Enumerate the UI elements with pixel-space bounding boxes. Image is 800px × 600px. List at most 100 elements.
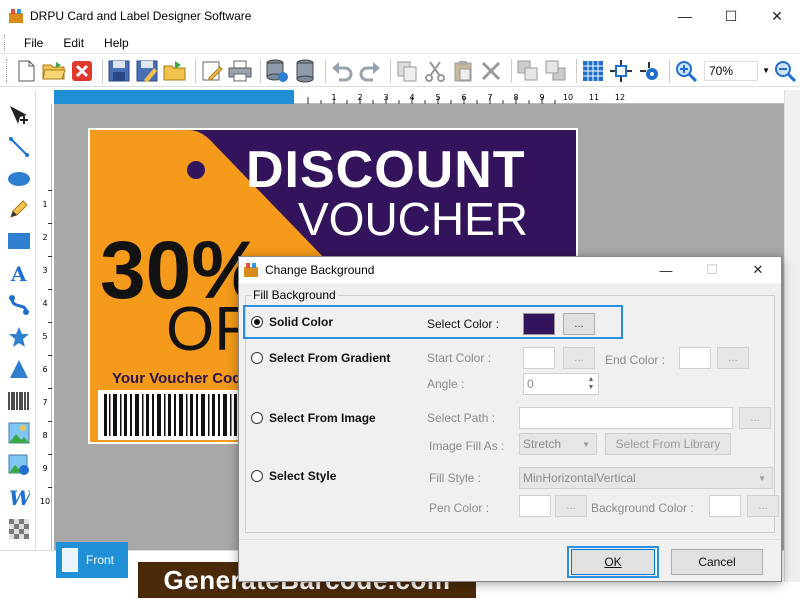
- database-add-icon[interactable]: [265, 58, 290, 84]
- card-code-label: Your Voucher Code: [112, 370, 250, 387]
- cut-icon[interactable]: [423, 58, 448, 84]
- zoom-in-icon[interactable]: [674, 58, 699, 84]
- pen-color-browse-button[interactable]: ...: [555, 495, 587, 517]
- ruler-label: 12: [615, 93, 625, 102]
- word-art-icon[interactable]: W: [6, 484, 32, 510]
- ruler-label: 10: [563, 93, 573, 102]
- vertical-scrollbar[interactable]: [784, 90, 800, 582]
- save-icon[interactable]: [107, 58, 132, 84]
- settings-icon[interactable]: [637, 58, 662, 84]
- barcode-tool-icon[interactable]: [6, 388, 32, 414]
- grid-icon[interactable]: [581, 58, 606, 84]
- end-color-swatch[interactable]: [679, 347, 711, 369]
- copy-icon[interactable]: [395, 58, 420, 84]
- toolbar-separator: [510, 58, 512, 83]
- fill-background-label: Fill Background: [251, 288, 338, 302]
- picture-tool-icon[interactable]: [6, 420, 32, 446]
- background-color-browse-button[interactable]: ...: [747, 495, 779, 517]
- ruler-label: 7: [487, 93, 492, 102]
- curve-tool-icon[interactable]: [6, 292, 32, 318]
- radio-selected-icon: [251, 316, 263, 328]
- image-radio[interactable]: Select From Image: [251, 411, 376, 425]
- send-back-icon[interactable]: [544, 58, 569, 84]
- solid-color-label: Solid Color: [269, 315, 333, 329]
- fill-style-select[interactable]: MinHorizontalVertical ▼: [519, 467, 773, 489]
- new-file-icon[interactable]: [14, 58, 39, 84]
- ruler-label: 3: [383, 93, 388, 102]
- style-radio[interactable]: Select Style: [251, 469, 336, 483]
- select-move-icon[interactable]: [6, 102, 32, 128]
- gradient-radio[interactable]: Select From Gradient: [251, 351, 390, 365]
- menu-file[interactable]: File: [14, 36, 53, 50]
- redo-icon[interactable]: [358, 58, 383, 84]
- app-icon: [244, 263, 258, 277]
- select-from-library-button[interactable]: Select From Library: [605, 433, 731, 455]
- text-tool-icon[interactable]: A: [6, 260, 32, 286]
- undo-icon[interactable]: [330, 58, 355, 84]
- pencil-tool-icon[interactable]: [6, 196, 32, 222]
- ruler-ticks: 1 2 3 4 5 6 7 8 9 10: [40, 190, 52, 506]
- database-icon[interactable]: [293, 58, 318, 84]
- cancel-button[interactable]: Cancel: [671, 549, 763, 575]
- delete-icon[interactable]: [479, 58, 504, 84]
- image-fill-as-select[interactable]: Stretch ▼: [519, 433, 597, 455]
- start-color-swatch[interactable]: [523, 347, 555, 369]
- end-color-label: End Color :: [605, 353, 666, 367]
- angle-value: 0: [527, 377, 534, 391]
- menu-help[interactable]: Help: [94, 36, 139, 50]
- fill-style-label: Fill Style :: [429, 471, 482, 485]
- export-icon[interactable]: [163, 58, 188, 84]
- bring-front-icon[interactable]: [516, 58, 541, 84]
- save-as-icon[interactable]: [135, 58, 160, 84]
- start-color-browse-button[interactable]: ...: [563, 347, 595, 369]
- print-icon[interactable]: [228, 58, 253, 84]
- pattern-tool-icon[interactable]: [6, 516, 32, 542]
- pen-color-swatch[interactable]: [519, 495, 551, 517]
- solid-color-swatch[interactable]: [523, 313, 555, 335]
- chevron-down-icon[interactable]: ▼: [762, 66, 770, 75]
- zoom-level-value: 70%: [708, 63, 734, 78]
- paste-icon[interactable]: [451, 58, 476, 84]
- line-tool-icon[interactable]: [6, 134, 32, 160]
- ruler-label: 5: [435, 93, 440, 102]
- image-library-icon[interactable]: [6, 452, 32, 478]
- open-folder-icon[interactable]: [42, 58, 67, 84]
- tab-front[interactable]: Front: [56, 542, 128, 578]
- dialog-minimize-button[interactable]: —: [643, 257, 689, 283]
- ruler-label: 4: [42, 299, 47, 308]
- fit-to-window-icon[interactable]: [609, 58, 634, 84]
- background-color-swatch[interactable]: [709, 495, 741, 517]
- zoom-level-field[interactable]: 70%: [703, 60, 759, 81]
- rectangle-tool-icon[interactable]: [6, 228, 32, 254]
- ruler-label: 9: [539, 93, 544, 102]
- image-fill-as-value: Stretch: [523, 437, 562, 451]
- ok-button[interactable]: OK: [571, 549, 655, 575]
- vertical-ruler: 1 2 3 4 5 6 7 8 9 10: [38, 104, 52, 550]
- dialog-close-button[interactable]: ✕: [735, 257, 781, 283]
- close-button[interactable]: ✕: [754, 0, 800, 32]
- menu-edit[interactable]: Edit: [53, 36, 94, 50]
- angle-input[interactable]: 0 ▲ ▼: [523, 373, 599, 395]
- ruler-label: 10: [40, 497, 50, 506]
- toolbar-separator: [101, 58, 103, 83]
- edit-icon[interactable]: [200, 58, 225, 84]
- close-file-icon[interactable]: [70, 58, 95, 84]
- solid-color-radio[interactable]: Solid Color: [251, 315, 333, 329]
- minimize-button[interactable]: —: [662, 0, 708, 32]
- solid-color-browse-button[interactable]: ...: [563, 313, 595, 335]
- end-color-browse-button[interactable]: ...: [717, 347, 749, 369]
- image-path-input[interactable]: [519, 407, 733, 429]
- chevron-down-icon: ▼: [758, 474, 766, 483]
- star-tool-icon[interactable]: [6, 324, 32, 350]
- ellipse-tool-icon[interactable]: [6, 166, 32, 192]
- dialog-title: Change Background: [265, 263, 375, 277]
- zoom-out-icon[interactable]: [772, 58, 797, 84]
- svg-text:A: A: [10, 262, 27, 284]
- spinner-arrows-icon[interactable]: ▲ ▼: [585, 375, 597, 393]
- image-path-browse-button[interactable]: ...: [739, 407, 771, 429]
- maximize-button[interactable]: ☐: [708, 0, 754, 32]
- radio-unselected-icon: [251, 352, 263, 364]
- image-label: Select From Image: [269, 411, 376, 425]
- triangle-tool-icon[interactable]: [6, 356, 32, 382]
- select-color-label: Select Color :: [427, 317, 500, 331]
